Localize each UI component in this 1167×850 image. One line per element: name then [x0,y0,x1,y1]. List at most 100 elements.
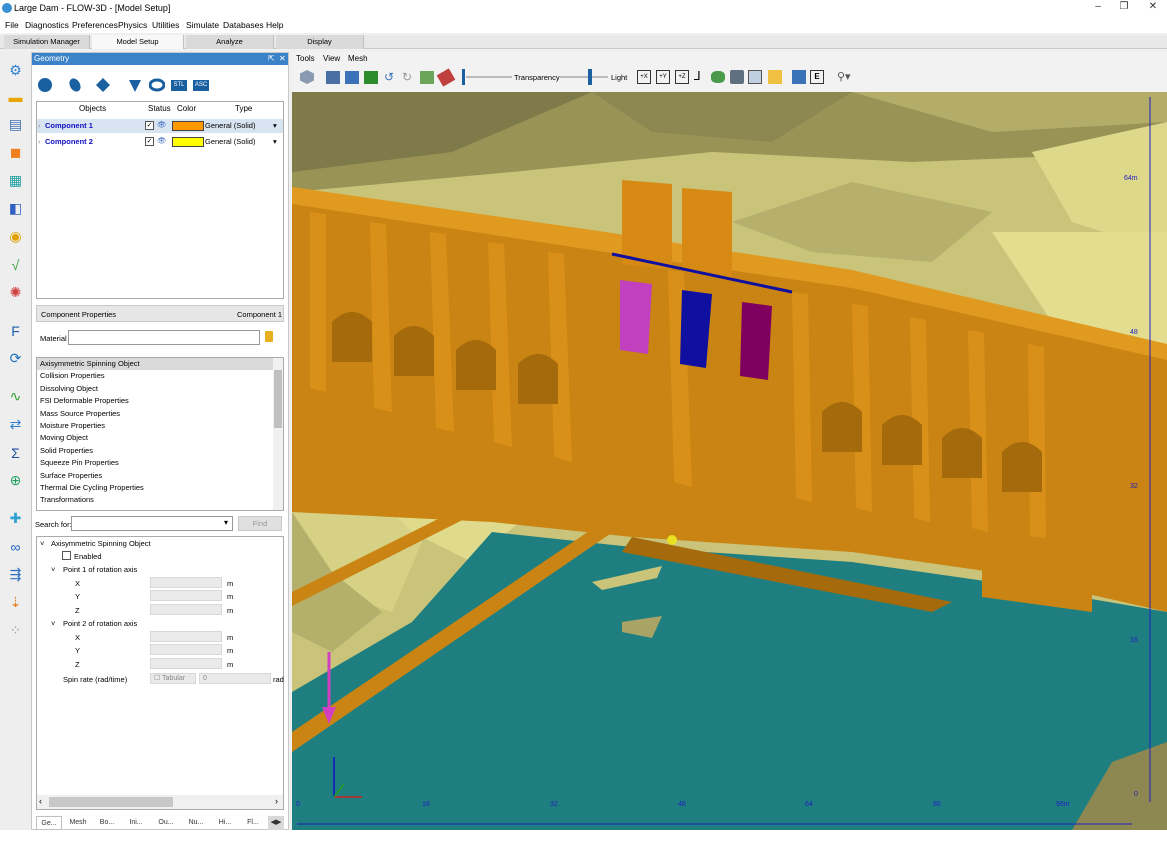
ruler-icon[interactable] [768,70,782,84]
valve-icon[interactable]: ✚ [5,508,26,529]
list-item[interactable]: Axisymmetric Spinning Object [37,358,283,371]
assemble-icon[interactable] [420,71,434,84]
eye-icon[interactable]: 👁 [157,120,167,129]
menu-preferences[interactable]: Preferences [72,20,118,30]
history-probe-icon[interactable]: ∿ [5,386,26,407]
cylinder-icon[interactable] [67,77,83,93]
tab-analyze[interactable]: Analyze [186,35,274,49]
menu-diagnostics[interactable]: Diagnostics [25,20,69,30]
table-row[interactable]: › Component 2 ✓ 👁 General (Solid) ▾ [37,135,283,149]
chevron-down-icon[interactable]: ▾ [273,121,277,130]
geometry-icon[interactable]: ◼ [5,142,26,163]
point2-z-field[interactable] [150,658,222,669]
transparency-slider[interactable] [466,76,512,78]
minimize-button[interactable]: – [1085,1,1111,12]
list-item[interactable]: Transformations [37,494,283,506]
initial-icon[interactable]: ◉ [5,226,26,247]
tab-display[interactable]: Display [276,35,364,49]
list-item[interactable]: Squeeze Pin Properties [37,457,283,469]
tab-model-setup[interactable]: Model Setup [92,35,184,49]
color-swatch[interactable] [172,121,204,131]
import-icon[interactable] [345,71,359,84]
collapse-arrow-icon[interactable]: ˅ [40,539,44,548]
redo-icon[interactable]: ↻ [402,70,412,84]
list-item[interactable]: Moving Object [37,432,283,444]
tab-scroll-arrows[interactable]: ◀▶ [268,816,284,830]
view-z-button[interactable]: +Z [675,70,689,84]
menu-mesh[interactable]: Mesh [348,54,368,63]
numerics-icon[interactable]: ⟳ [5,348,26,369]
point1-x-field[interactable] [150,577,222,588]
list-item[interactable]: Surface Properties [37,470,283,482]
view-y-button[interactable]: +Y [656,70,670,84]
print-icon[interactable] [326,71,340,84]
gear-icon[interactable]: ⚙ [5,60,26,81]
list-item[interactable]: Moisture Properties [37,420,283,432]
material-database-icon[interactable] [265,331,273,342]
baffles-icon[interactable]: √ [5,254,26,275]
flow-arrows-icon[interactable]: ⇶ [5,564,26,585]
flux-surface-icon[interactable]: ⇄ [5,414,26,435]
visible-checkbox[interactable]: ✓ [145,137,154,146]
search-input[interactable] [71,516,233,531]
collapse-arrow-icon[interactable]: ˅ [51,619,55,628]
scroll-left-icon[interactable]: ‹ [39,796,42,806]
fav-eye-icon[interactable]: F [5,320,26,341]
light-slider[interactable] [560,76,608,78]
3d-viewport[interactable]: 64m 48 32 16 0 0 16 32 48 64 80 96m [292,92,1167,830]
tab-flux[interactable]: Fl... [240,816,266,830]
component-type[interactable]: General (Solid) [205,121,255,130]
particles-icon[interactable]: ⁘ [5,620,26,641]
eraser-icon[interactable] [436,68,456,87]
fluids-icon[interactable]: ▤ [5,114,26,135]
property-list-scrollbar[interactable] [273,358,283,510]
tab-numerics[interactable]: Nu... [182,816,210,830]
spring-icon[interactable]: ∞ [5,536,26,557]
scrollbar-thumb[interactable] [274,370,282,428]
tabular-checkbox[interactable]: ☐ [154,675,162,682]
table-row[interactable]: › Component 1 ✓ 👁 General (Solid) ▾ [37,119,283,133]
color-swatch[interactable] [172,137,204,147]
globe-icon[interactable]: ⊕ [5,470,26,491]
enabled-checkbox[interactable] [62,551,71,560]
point2-y-field[interactable] [150,644,222,655]
list-item[interactable]: Solid Properties [37,445,283,457]
cylinder-view-icon[interactable] [730,70,744,84]
tab-history[interactable]: Hi... [212,816,238,830]
expand-arrow-icon[interactable]: › [38,137,41,146]
eye-icon[interactable]: 👁 [157,136,167,145]
point1-y-field[interactable] [150,590,222,601]
list-item[interactable]: Thermal Die Cycling Properties [37,482,283,494]
menu-help[interactable]: Help [266,20,283,30]
box-icon[interactable] [95,77,111,93]
menu-physics[interactable]: Physics [118,20,147,30]
physics-icon[interactable]: ▬ [5,86,26,107]
tab-mesh[interactable]: Mesh [64,816,92,830]
boundaries-icon[interactable]: ◧ [5,198,26,219]
cone-icon[interactable] [127,77,143,93]
close-panel-button[interactable]: ✕ [279,53,286,65]
tab-output[interactable]: Ou... [152,816,180,830]
menu-file[interactable]: File [5,20,19,30]
probe-tool-icon[interactable]: ⚲▾ [837,70,851,83]
reset-view-icon[interactable] [364,71,378,84]
menu-simulate[interactable]: Simulate [186,20,219,30]
list-item[interactable]: Collision Properties [37,370,283,382]
tabular-toggle[interactable]: ☐ Tabular [150,673,196,684]
float-panel-button[interactable]: ⇱ [268,53,275,65]
scrollbar-thumb[interactable] [49,797,173,807]
list-item[interactable]: FSI Deformable Properties [37,395,283,407]
view-x-button[interactable]: +X [637,70,651,84]
expand-arrow-icon[interactable]: › [38,121,41,130]
horizontal-scrollbar[interactable]: ‹ › [37,795,283,809]
mesh-icon[interactable]: ▦ [5,170,26,191]
component-type[interactable]: General (Solid) [205,137,255,146]
tab-geometry[interactable]: Ge... [36,816,62,830]
spin-rate-field[interactable]: 0 [199,673,271,684]
scroll-right-icon[interactable]: › [275,796,278,806]
torus-icon[interactable] [148,77,166,93]
fish-icon[interactable] [711,71,725,83]
axes-icon[interactable]: ⅃ [694,69,701,83]
tab-initial[interactable]: Ini... [122,816,150,830]
cube-view-icon[interactable] [300,70,314,84]
